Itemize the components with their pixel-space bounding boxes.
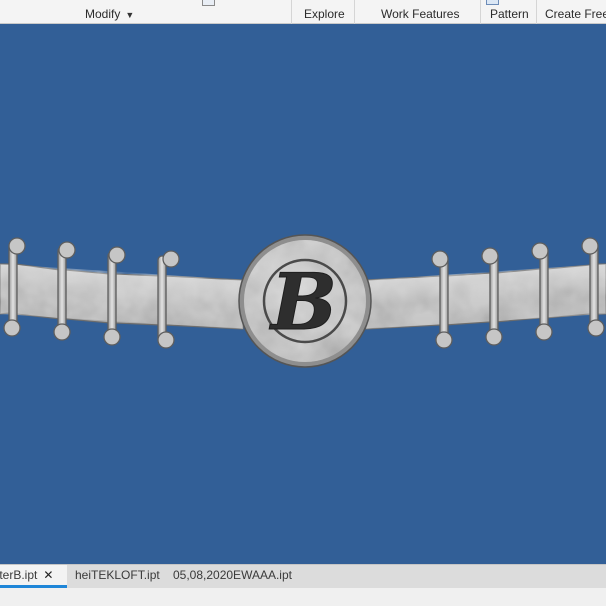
doc-tab[interactable]: heiTEKLOFT.ipt [75, 565, 160, 588]
explore-label: Explore [304, 7, 345, 21]
ribbon-separator [291, 0, 292, 24]
ribbon-group-pattern[interactable]: Pattern [490, 0, 529, 24]
doc-tab-active[interactable]: tterB.ipt ✕ [0, 565, 67, 588]
ribbon-separator [354, 0, 355, 24]
close-icon[interactable]: ✕ [43, 568, 53, 582]
graphics-viewport[interactable]: B [0, 24, 606, 564]
status-bar [0, 588, 606, 606]
doc-tab[interactable]: 05,08,2020EWAAA.ipt [173, 565, 292, 588]
right-band-segment [365, 263, 606, 330]
bracelet-model: B [0, 234, 606, 368]
work-features-label: Work Features [381, 7, 460, 21]
pattern-label: Pattern [490, 7, 529, 21]
left-band-segment [0, 263, 244, 330]
ribbon-overflow-icon[interactable] [202, 0, 215, 6]
ribbon-group-work-features[interactable]: Work Features [381, 0, 459, 24]
ribbon-group-modify[interactable]: Modify ▼ [85, 0, 134, 24]
ribbon-group-explore[interactable]: Explore [304, 0, 345, 24]
document-tab-bar: tterB.ipt ✕ heiTEKLOFT.ipt 05,08,2020EWAA… [0, 564, 606, 588]
doc-tab-label: tterB.ipt [0, 568, 38, 582]
ribbon-group-create-freeform[interactable]: Create Freef [545, 0, 606, 24]
ribbon-separator [536, 0, 537, 24]
doc-tab-label: 05,08,2020EWAAA.ipt [173, 568, 292, 582]
medallion: B [238, 234, 372, 368]
ribbon-separator [480, 0, 481, 24]
doc-tab-label: heiTEKLOFT.ipt [75, 568, 160, 582]
modify-label: Modify [85, 7, 121, 21]
medallion-letter: B [269, 257, 337, 348]
create-freeform-label: Create Freef [545, 7, 606, 21]
ribbon-panel-bar: Modify ▼ Explore Work Features Pattern Cr… [0, 0, 606, 24]
chevron-down-icon[interactable]: ▼ [125, 10, 134, 20]
